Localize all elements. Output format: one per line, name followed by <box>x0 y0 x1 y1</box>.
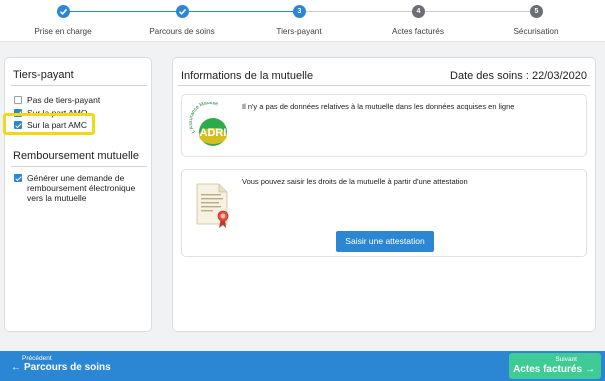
arrow-left-icon: ← <box>11 362 21 373</box>
previous-caption: Précédent <box>22 355 52 362</box>
tiers-payant-panel: Tiers-payant Pas de tiers-payant Sur la … <box>4 57 152 332</box>
highlight-frame <box>3 113 95 135</box>
step-label: Parcours de soins <box>149 27 215 36</box>
attestation-card: Vous pouvez saisir les droits de la mutu… <box>181 169 587 257</box>
next-button[interactable]: Suivant Actes facturés → <box>509 353 601 379</box>
online-data-card: L'Assurance Maladie ADRI Il n'y a pas de… <box>181 94 587 157</box>
logo-text: ADRI <box>200 127 227 139</box>
mutuelle-title: Informations de la mutuelle <box>181 70 314 82</box>
adri-logo: L'Assurance Maladie ADRI <box>188 100 237 152</box>
step-connector <box>182 11 299 12</box>
checkbox[interactable] <box>14 174 22 182</box>
certificate-document-icon <box>195 178 235 230</box>
option-pas-de-tiers-payant[interactable]: Pas de tiers-payant <box>14 95 100 105</box>
attestation-message: Vous pouvez saisir les droits de la mutu… <box>242 177 468 186</box>
option-remboursement-electronique[interactable]: Générer une demande de remboursement éle… <box>14 173 142 203</box>
step-connector <box>63 11 182 12</box>
divider <box>11 85 147 86</box>
next-label: Actes facturés <box>513 364 582 375</box>
tiers-payant-title: Tiers-payant <box>13 69 74 81</box>
option-label: Pas de tiers-payant <box>27 95 101 105</box>
check-icon <box>176 5 189 18</box>
step-label: Prise en charge <box>34 27 92 36</box>
step-connector <box>418 11 536 12</box>
stepper: Prise en charge Parcours de soins 3 Tier… <box>0 0 605 42</box>
step-number: 5 <box>530 5 543 18</box>
step-number: 3 <box>293 5 306 18</box>
step-label: Actes facturés <box>392 27 444 36</box>
remboursement-title: Remboursement mutuelle <box>13 150 139 162</box>
date-des-soins: Date des soins : 22/03/2020 <box>450 70 587 82</box>
footer-bar: Précédent ← Parcours de soins Suivant Ac… <box>0 351 605 381</box>
mutuelle-panel: Informations de la mutuelle Date des soi… <box>172 57 596 332</box>
option-label: Générer une demande de remboursement éle… <box>27 173 136 203</box>
step-number: 4 <box>412 5 425 18</box>
arrow-right-icon: → <box>585 364 595 375</box>
step-connector <box>299 11 418 12</box>
divider <box>11 166 147 167</box>
step-label: Sécurisation <box>513 27 559 36</box>
no-data-message: Il n'y a pas de données relatives à la m… <box>242 102 515 111</box>
checkbox[interactable] <box>14 96 22 104</box>
previous-label: Parcours de soins <box>24 362 111 373</box>
saisir-attestation-button[interactable]: Saisir une attestation <box>336 231 434 252</box>
next-caption: Suivant <box>555 356 577 363</box>
divider <box>178 85 590 86</box>
check-icon <box>57 5 70 18</box>
previous-button[interactable]: Précédent ← Parcours de soins <box>11 355 111 373</box>
step-label: Tiers-payant <box>276 27 322 36</box>
